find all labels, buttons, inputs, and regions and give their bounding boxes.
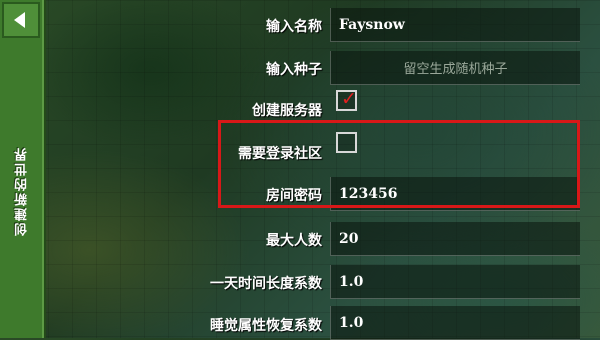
sidebar-title-text: 创建新的世界 bbox=[14, 146, 30, 236]
room-password-label: 房间密码 bbox=[266, 188, 322, 204]
name-input[interactable]: Faysnow bbox=[330, 8, 580, 42]
room-password-input[interactable]: 123456 bbox=[330, 177, 580, 211]
sleep-recovery-label: 睡觉属性恢复系数 bbox=[210, 318, 322, 334]
create-server-checkbox[interactable]: ✓ bbox=[336, 90, 357, 111]
sleep-recovery-input[interactable]: 1.0 bbox=[330, 306, 580, 340]
create-server-label: 创建服务器 bbox=[252, 103, 322, 119]
sidebar-title: 创建新的世界 bbox=[0, 44, 44, 338]
back-button[interactable] bbox=[2, 2, 40, 38]
sidebar: 创建新的世界 bbox=[0, 0, 46, 338]
require-login-label: 需要登录社区 bbox=[238, 146, 322, 162]
day-length-label: 一天时间长度系数 bbox=[210, 276, 322, 292]
checkmark-icon: ✓ bbox=[341, 88, 357, 110]
max-players-label: 最大人数 bbox=[266, 233, 322, 249]
back-arrow-icon bbox=[14, 12, 25, 28]
require-login-checkbox[interactable] bbox=[336, 132, 357, 153]
seed-label: 输入种子 bbox=[266, 62, 322, 78]
seed-input[interactable]: 留空生成随机种子 bbox=[330, 51, 580, 85]
name-label: 输入名称 bbox=[266, 19, 322, 35]
day-length-input[interactable]: 1.0 bbox=[330, 265, 580, 299]
max-players-input[interactable]: 20 bbox=[330, 222, 580, 256]
